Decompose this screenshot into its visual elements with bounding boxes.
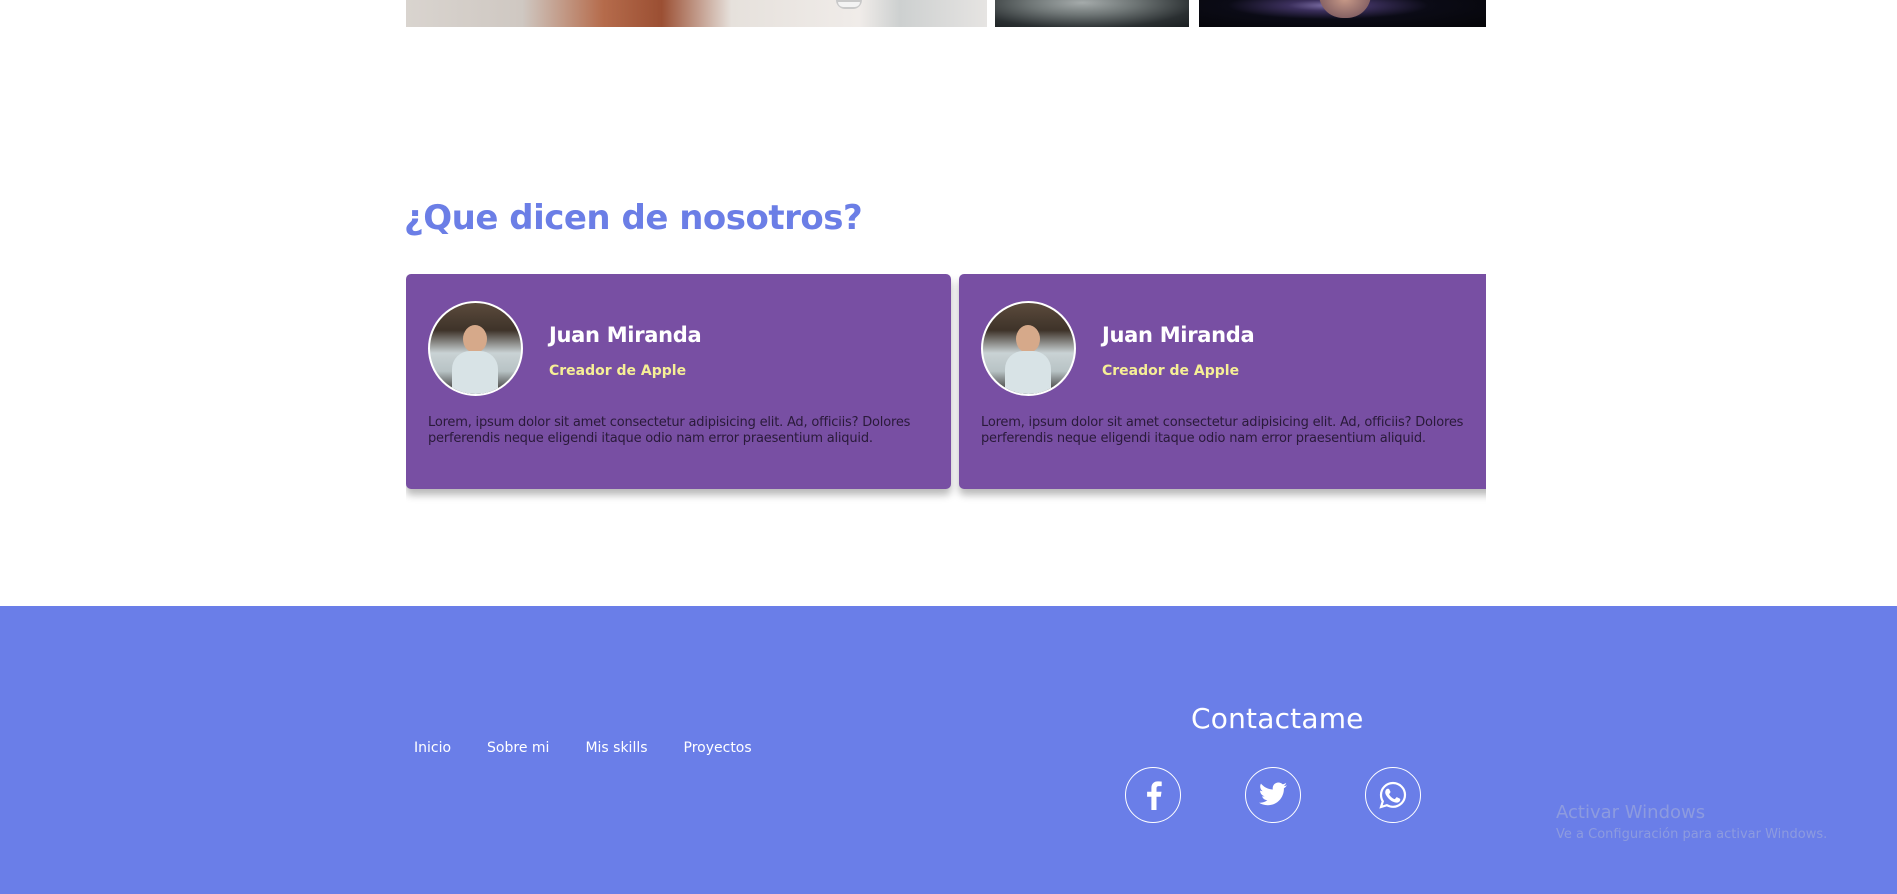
footer-link-sobre-mi[interactable]: Sobre mi (487, 740, 549, 756)
whatsapp-button[interactable] (1365, 767, 1421, 823)
gallery-image[interactable] (995, 0, 1189, 27)
testimonial-card: Juan Miranda Creador de Apple Lorem, ips… (406, 274, 951, 489)
facebook-button[interactable] (1125, 767, 1181, 823)
gallery-image[interactable] (406, 0, 987, 27)
testimonials-title: ¿Que dicen de nosotros? (404, 198, 863, 238)
testimonial-role: Creador de Apple (1102, 363, 1240, 379)
twitter-button[interactable] (1245, 767, 1301, 823)
avatar (428, 301, 523, 396)
social-links (1125, 767, 1421, 823)
windows-activation-watermark: Activar Windows Ve a Configuración para … (1556, 802, 1827, 842)
avatar (981, 301, 1076, 396)
whatsapp-icon (1379, 781, 1407, 809)
footer: Inicio Sobre mi Mis skills Proyectos Con… (0, 606, 1897, 894)
page: ¿Que dicen de nosotros? Juan Miranda Cre… (0, 0, 1897, 894)
activation-subtitle: Ve a Configuración para activar Windows. (1556, 827, 1828, 842)
facebook-icon (1147, 781, 1162, 810)
testimonials-carousel: Juan Miranda Creador de Apple Lorem, ips… (406, 274, 1486, 504)
footer-link-proyectos[interactable]: Proyectos (684, 740, 752, 756)
testimonial-card: Juan Miranda Creador de Apple Lorem, ips… (959, 274, 1486, 489)
footer-link-mis-skills[interactable]: Mis skills (585, 740, 647, 756)
testimonial-name: Juan Miranda (1102, 323, 1255, 347)
gallery-strip (406, 0, 1486, 27)
footer-nav: Inicio Sobre mi Mis skills Proyectos (414, 740, 752, 756)
testimonial-name: Juan Miranda (549, 323, 702, 347)
activation-title: Activar Windows (1556, 802, 1706, 823)
testimonial-text: Lorem, ipsum dolor sit amet consectetur … (428, 415, 911, 446)
twitter-icon (1258, 782, 1287, 806)
testimonial-role: Creador de Apple (549, 363, 687, 379)
footer-link-inicio[interactable]: Inicio (414, 740, 451, 756)
testimonial-text: Lorem, ipsum dolor sit amet consectetur … (981, 415, 1464, 446)
gallery-image[interactable] (1199, 0, 1486, 27)
contact-title: Contactame (1191, 702, 1364, 735)
